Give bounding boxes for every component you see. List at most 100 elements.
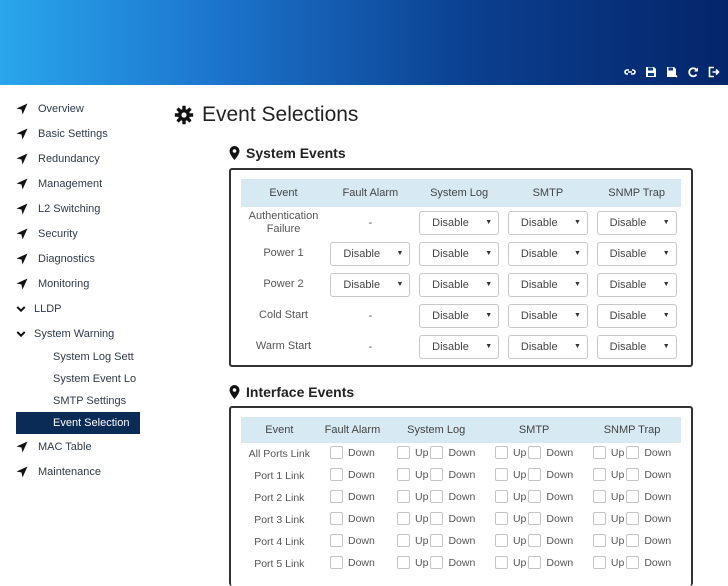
sidebar-item-overview[interactable]: Overview: [16, 96, 140, 121]
sidebar-item-monitoring[interactable]: Monitoring: [16, 271, 140, 296]
checkbox[interactable]: [626, 512, 640, 525]
select-dropdown[interactable]: Disable ▼: [419, 210, 500, 235]
sidebar-item-system-event-log[interactable]: System Event Lo: [16, 368, 140, 390]
checkbox[interactable]: [494, 556, 508, 569]
checkbox[interactable]: [626, 556, 640, 569]
system-log-up-checkbox[interactable]: Up: [397, 446, 428, 459]
select-dropdown[interactable]: Disable ▼: [596, 210, 677, 235]
system-log-up-checkbox[interactable]: Up: [397, 534, 428, 547]
sidebar-item-security[interactable]: Security: [16, 221, 140, 246]
smtp-up-checkbox[interactable]: Up: [494, 490, 526, 503]
smtp-up-checkbox[interactable]: Up: [494, 468, 526, 481]
sidebar-item-lldp[interactable]: LLDP: [16, 296, 140, 321]
checkbox[interactable]: [494, 512, 508, 525]
system-log-down-checkbox[interactable]: Down: [430, 446, 475, 459]
fault-alarm-down-checkbox[interactable]: Down: [330, 534, 375, 547]
sidebar-item-redundancy[interactable]: Redundancy: [16, 146, 140, 171]
fault-alarm-down-checkbox[interactable]: Down: [330, 512, 375, 525]
snmp-trap-up-checkbox[interactable]: Up: [592, 490, 624, 503]
select-dropdown[interactable]: Disable ▼: [596, 241, 677, 266]
checkbox[interactable]: [592, 534, 606, 547]
snmp-trap-up-checkbox[interactable]: Up: [592, 446, 624, 459]
select-dropdown[interactable]: Disable ▼: [330, 241, 411, 266]
checkbox[interactable]: [528, 490, 542, 503]
smtp-down-checkbox[interactable]: Down: [528, 512, 573, 525]
sidebar-item-mac-table[interactable]: MAC Table: [16, 434, 140, 459]
checkbox[interactable]: [592, 556, 606, 569]
checkbox[interactable]: [430, 512, 444, 525]
link-icon[interactable]: [624, 66, 636, 78]
checkbox[interactable]: [626, 490, 640, 503]
snmp-trap-up-checkbox[interactable]: Up: [592, 556, 624, 569]
checkbox[interactable]: [430, 534, 444, 547]
system-log-up-checkbox[interactable]: Up: [397, 490, 428, 503]
checkbox[interactable]: [528, 534, 542, 547]
select-dropdown[interactable]: Disable ▼: [419, 241, 500, 266]
fault-alarm-down-checkbox[interactable]: Down: [330, 490, 375, 503]
sidebar-item-l2-switching[interactable]: L2 Switching: [16, 196, 140, 221]
checkbox[interactable]: [397, 490, 411, 503]
sidebar-item-maintenance[interactable]: Maintenance: [16, 459, 140, 484]
checkbox[interactable]: [330, 446, 343, 459]
sidebar-item-system-warning[interactable]: System Warning: [16, 321, 140, 346]
save-as-icon[interactable]: [666, 66, 678, 78]
checkbox[interactable]: [397, 512, 411, 525]
sidebar-item-management[interactable]: Management: [16, 171, 140, 196]
select-dropdown[interactable]: Disable ▼: [507, 303, 588, 328]
select-dropdown[interactable]: Disable ▼: [507, 334, 588, 359]
fault-alarm-down-checkbox[interactable]: Down: [330, 468, 375, 481]
smtp-down-checkbox[interactable]: Down: [528, 534, 573, 547]
smtp-up-checkbox[interactable]: Up: [494, 556, 526, 569]
checkbox[interactable]: [330, 468, 343, 481]
refresh-icon[interactable]: [687, 66, 699, 78]
save-icon[interactable]: [645, 66, 657, 78]
checkbox[interactable]: [528, 446, 542, 459]
select-dropdown[interactable]: Disable ▼: [330, 272, 411, 297]
smtp-up-checkbox[interactable]: Up: [494, 512, 526, 525]
select-dropdown[interactable]: Disable ▼: [419, 272, 500, 297]
checkbox[interactable]: [397, 556, 411, 569]
system-log-down-checkbox[interactable]: Down: [430, 490, 475, 503]
sidebar-item-smtp-settings[interactable]: SMTP Settings: [16, 390, 140, 412]
sidebar-item-event-selection[interactable]: Event Selection: [16, 412, 140, 434]
checkbox[interactable]: [397, 468, 411, 481]
checkbox[interactable]: [330, 534, 343, 547]
select-dropdown[interactable]: Disable ▼: [596, 272, 677, 297]
snmp-trap-down-checkbox[interactable]: Down: [626, 490, 671, 503]
smtp-down-checkbox[interactable]: Down: [528, 446, 573, 459]
checkbox[interactable]: [528, 556, 542, 569]
system-log-down-checkbox[interactable]: Down: [430, 512, 475, 525]
checkbox[interactable]: [430, 556, 444, 569]
checkbox[interactable]: [592, 468, 606, 481]
select-dropdown[interactable]: Disable ▼: [596, 334, 677, 359]
snmp-trap-down-checkbox[interactable]: Down: [626, 446, 671, 459]
smtp-up-checkbox[interactable]: Up: [494, 446, 526, 459]
checkbox[interactable]: [626, 446, 640, 459]
system-log-up-checkbox[interactable]: Up: [397, 512, 428, 525]
select-dropdown[interactable]: Disable ▼: [419, 334, 500, 359]
sidebar-item-diagnostics[interactable]: Diagnostics: [16, 246, 140, 271]
checkbox[interactable]: [592, 446, 606, 459]
checkbox[interactable]: [397, 446, 411, 459]
snmp-trap-up-checkbox[interactable]: Up: [592, 468, 624, 481]
checkbox[interactable]: [592, 490, 606, 503]
smtp-down-checkbox[interactable]: Down: [528, 490, 573, 503]
smtp-up-checkbox[interactable]: Up: [494, 534, 526, 547]
checkbox[interactable]: [626, 534, 640, 547]
checkbox[interactable]: [330, 512, 343, 525]
checkbox[interactable]: [494, 446, 508, 459]
checkbox[interactable]: [330, 490, 343, 503]
checkbox[interactable]: [397, 534, 411, 547]
sidebar-item-basic-settings[interactable]: Basic Settings: [16, 121, 140, 146]
checkbox[interactable]: [626, 468, 640, 481]
checkbox[interactable]: [430, 490, 444, 503]
snmp-trap-down-checkbox[interactable]: Down: [626, 468, 671, 481]
smtp-down-checkbox[interactable]: Down: [528, 556, 573, 569]
system-log-up-checkbox[interactable]: Up: [397, 468, 428, 481]
snmp-trap-down-checkbox[interactable]: Down: [626, 556, 671, 569]
snmp-trap-up-checkbox[interactable]: Up: [592, 512, 624, 525]
checkbox[interactable]: [528, 468, 542, 481]
smtp-down-checkbox[interactable]: Down: [528, 468, 573, 481]
checkbox[interactable]: [592, 512, 606, 525]
select-dropdown[interactable]: Disable ▼: [419, 303, 500, 328]
